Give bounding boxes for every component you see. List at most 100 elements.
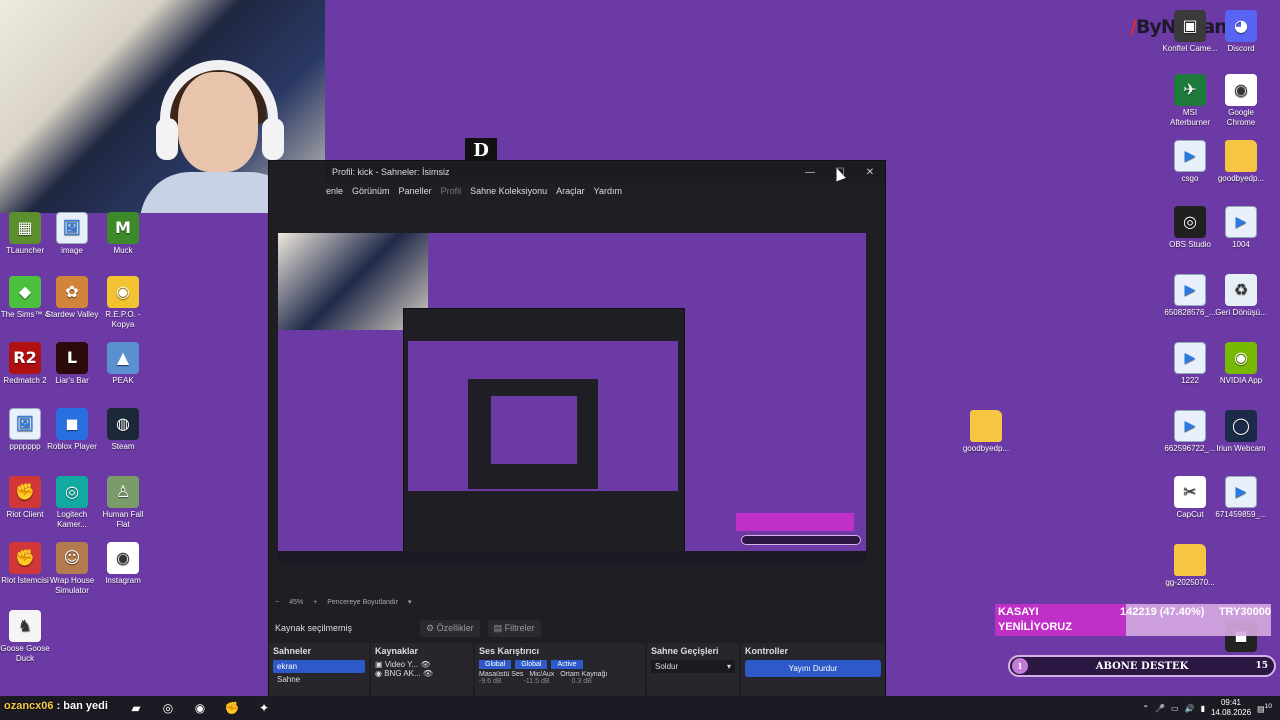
desktop-icon-right-5[interactable]: goodbyedp... xyxy=(1213,140,1269,184)
close-icon[interactable]: ✕ xyxy=(855,167,885,178)
zoom-in-button[interactable]: + xyxy=(313,599,317,606)
desktop-icon-left-11[interactable]: ◍ Steam xyxy=(95,408,151,452)
app-icon: 🖼 xyxy=(56,212,88,244)
donation-label: KASAYI xyxy=(998,606,1039,618)
desktop-icon-label: 1222 xyxy=(1181,376,1199,385)
app-icon: ▶ xyxy=(1174,410,1206,442)
source-item[interactable]: ◉ BNG AK... 👁 xyxy=(375,669,469,678)
donation-amount: 142219 (47.40%) xyxy=(1120,606,1205,618)
desktop-icon-left-14[interactable]: ♙ Human Fall Flat xyxy=(95,476,151,530)
desktop-icon-left-8[interactable]: ▲ PEAK xyxy=(95,342,151,386)
minimize-icon[interactable]: — xyxy=(795,167,825,178)
source-item[interactable]: ▣ Video Y... 👁 xyxy=(375,660,469,669)
desktop-icon-right-10[interactable]: ▶ 1222 xyxy=(1162,342,1218,386)
desktop-icon-left-18[interactable]: ♞ Goose Goose Duck xyxy=(0,610,53,664)
chevron-up-icon[interactable]: ⌃ xyxy=(1142,704,1149,713)
app-icon: ▦ xyxy=(9,212,41,244)
desktop-icon-right-7[interactable]: ▶ 1004 xyxy=(1213,206,1269,250)
microphone-icon[interactable]: 🎤 xyxy=(1155,704,1165,713)
desktop-icon-left-2[interactable]: M Muck xyxy=(95,212,151,256)
desktop-icon-left-4[interactable]: ✿ Stardew Valley xyxy=(44,276,100,320)
desktop-icon-left-1[interactable]: 🖼 image xyxy=(44,212,100,256)
desktop-icon-left-13[interactable]: ◎ Logitech Kamer... xyxy=(44,476,100,530)
desktop-icon-right-3[interactable]: ◉ Google Chrome xyxy=(1213,74,1269,128)
desktop-icon-right-9[interactable]: ♻ Geri Dönüşü... xyxy=(1213,274,1269,318)
app-taskbar-icon[interactable]: ✦ xyxy=(248,696,280,720)
desktop-icon-label: image xyxy=(61,246,83,255)
chrome-taskbar-icon[interactable]: ◉ xyxy=(184,696,216,720)
chevron-down-icon[interactable]: ▾ xyxy=(408,598,412,606)
desktop-icon-label: Google Chrome xyxy=(1226,108,1256,127)
scenes-title: Sahneler xyxy=(273,646,312,656)
app-icon: ▶ xyxy=(1225,206,1257,238)
desktop-icon-label: Redmatch 2 xyxy=(3,376,47,385)
menu-docks[interactable]: Paneller xyxy=(399,186,432,196)
scene-item[interactable]: Sahne xyxy=(273,673,365,686)
filters-button[interactable]: ▤ Filtreler xyxy=(487,619,541,637)
app-icon: ☺ xyxy=(56,542,88,574)
scene-item[interactable]: ekran xyxy=(273,660,365,673)
desktop-icon-left-16[interactable]: ☺ Wrap House Simulator xyxy=(44,542,100,596)
notification-icon[interactable]: ▤10 xyxy=(1257,703,1272,714)
mixer-tab[interactable]: Global xyxy=(515,660,548,669)
desktop-icon-left-7[interactable]: L Liar's Bar xyxy=(44,342,100,386)
preview-donation xyxy=(736,513,854,531)
controls-title: Kontroller xyxy=(745,646,789,656)
mixer-tab[interactable]: Global xyxy=(479,660,512,669)
scenes-dock: Sahneler ekran Sahne xyxy=(269,643,369,697)
desktop-icon-left-10[interactable]: ◼ Roblox Player xyxy=(44,408,100,452)
desktop-icon-label: 1004 xyxy=(1232,240,1250,249)
desktop-icon-left-17[interactable]: ◉ Instagram xyxy=(95,542,151,586)
stop-stream-button[interactable]: Yayını Durdur xyxy=(745,660,881,677)
menu-help[interactable]: Yardım xyxy=(594,186,622,196)
app-icon: ▶ xyxy=(1174,342,1206,374)
clock[interactable]: 09:41 14.08.2026 xyxy=(1211,698,1251,718)
desktop-icon-right-8[interactable]: ▶ 650828576_... xyxy=(1162,274,1218,318)
menu-scene-collection[interactable]: Sahne Koleksiyonu xyxy=(470,186,547,196)
zoom-out-button[interactable]: − xyxy=(275,599,279,606)
desktop-icon-right-15[interactable]: ▶ 671459859_... xyxy=(1213,476,1269,520)
desktop-icon-right-6[interactable]: ◎ OBS Studio xyxy=(1162,206,1218,250)
audio-mixer-dock: Ses Karıştırıcı Global Global Active Mas… xyxy=(475,643,645,697)
zoom-mode[interactable]: Pencereye Boyutlandır xyxy=(327,599,398,606)
desktop-icon-right-16[interactable]: gg-2025070... xyxy=(1162,544,1218,588)
desktop-icon-label: 662596722_... xyxy=(1164,444,1216,453)
file-explorer-icon[interactable]: ▰ xyxy=(120,696,152,720)
network-icon[interactable]: ▭ xyxy=(1171,704,1179,713)
menu-view[interactable]: Görünüm xyxy=(352,186,390,196)
desktop-icon-right-11[interactable]: ◉ NVIDIA App xyxy=(1213,342,1269,386)
desktop-icon-right-14[interactable]: ✂ CapCut xyxy=(1162,476,1218,520)
app-icon xyxy=(1225,140,1257,172)
desktop-icon-label: Human Fall Flat xyxy=(102,510,144,529)
desktop-icon-label: Geri Dönüşü... xyxy=(1215,308,1267,317)
properties-button[interactable]: ⚙ Özellikler xyxy=(420,619,480,637)
obs-taskbar-icon[interactable]: ◎ xyxy=(152,696,184,720)
battery-icon[interactable]: ▮ xyxy=(1201,704,1205,713)
obs-preview[interactable] xyxy=(278,233,866,565)
desktop-icon-folder-middle[interactable]: goodbyedp... xyxy=(958,410,1014,454)
desktop-icon-label: Wrap House Simulator xyxy=(49,576,95,595)
desktop-icon-label: gg-2025070... xyxy=(1165,578,1215,587)
desktop-icon-right-13[interactable]: ◯ Iriun Webcam xyxy=(1213,410,1269,454)
desktop-icon-right-0[interactable]: ▣ Konftel Came... xyxy=(1162,10,1218,54)
zoom-level: 45% xyxy=(289,598,304,606)
desktop-icon-right-2[interactable]: ✈ MSI Afterburner xyxy=(1162,74,1218,128)
transition-select[interactable]: Soldur ▾ xyxy=(651,660,735,673)
sources-dock: Kaynaklar ▣ Video Y... 👁 ◉ BNG AK... 👁 xyxy=(371,643,473,697)
eye-icon: 👁 xyxy=(420,660,431,669)
desktop-icon-left-5[interactable]: ◉ R.E.P.O. - Kopya xyxy=(95,276,151,330)
desktop-icon-right-4[interactable]: ▶ csgo xyxy=(1162,140,1218,184)
desktop-icon-label: The Sims™ 4 xyxy=(0,310,50,319)
app-icon: ◉ xyxy=(107,542,139,574)
menu-scenes[interactable]: enle xyxy=(326,186,343,196)
app-icon: ◯ xyxy=(1225,410,1257,442)
donation-label: YENİLİYORUZ xyxy=(998,621,1072,633)
menu-profile[interactable]: Profil xyxy=(441,186,462,196)
riot-taskbar-icon[interactable]: ✊ xyxy=(216,696,248,720)
menu-tools[interactable]: Araçlar xyxy=(556,186,585,196)
desktop-icon-right-1[interactable]: ◕ Discord xyxy=(1213,10,1269,54)
volume-icon[interactable]: 🔊 xyxy=(1185,704,1195,713)
desktop-icon-right-12[interactable]: ▶ 662596722_... xyxy=(1162,410,1218,454)
mixer-tab[interactable]: Active xyxy=(551,660,583,669)
subscriber-widget: 1 ABONE DESTEK 15 xyxy=(1008,655,1276,677)
